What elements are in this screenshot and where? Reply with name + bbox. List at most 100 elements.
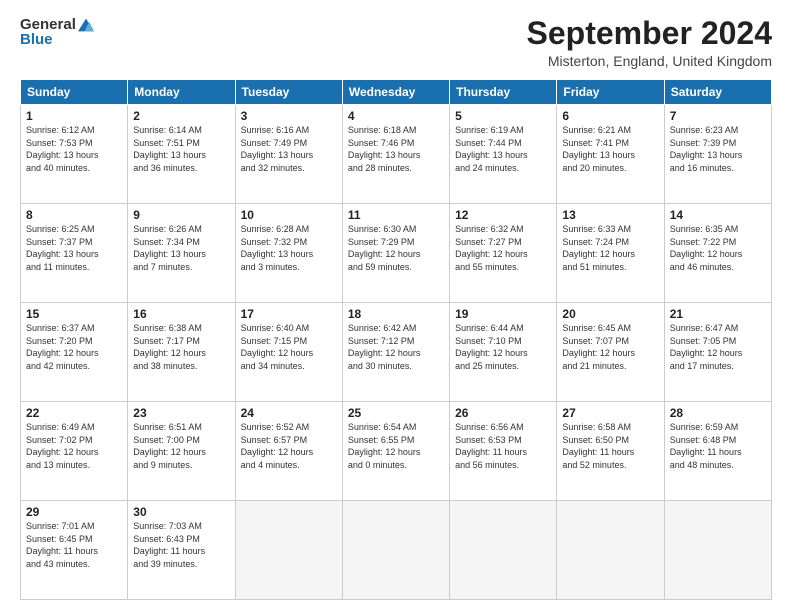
table-row: 6Sunrise: 6:21 AM Sunset: 7:41 PM Daylig… (557, 105, 664, 204)
table-row: 10Sunrise: 6:28 AM Sunset: 7:32 PM Dayli… (235, 204, 342, 303)
table-row (342, 501, 449, 600)
day-info: Sunrise: 6:25 AM Sunset: 7:37 PM Dayligh… (26, 223, 122, 273)
month-title: September 2024 (527, 16, 772, 51)
day-number: 7 (670, 109, 766, 123)
day-info: Sunrise: 6:35 AM Sunset: 7:22 PM Dayligh… (670, 223, 766, 273)
day-info: Sunrise: 6:14 AM Sunset: 7:51 PM Dayligh… (133, 124, 229, 174)
table-row: 3Sunrise: 6:16 AM Sunset: 7:49 PM Daylig… (235, 105, 342, 204)
day-number: 26 (455, 406, 551, 420)
day-info: Sunrise: 6:21 AM Sunset: 7:41 PM Dayligh… (562, 124, 658, 174)
day-info: Sunrise: 6:37 AM Sunset: 7:20 PM Dayligh… (26, 322, 122, 372)
table-row: 16Sunrise: 6:38 AM Sunset: 7:17 PM Dayli… (128, 303, 235, 402)
table-row: 19Sunrise: 6:44 AM Sunset: 7:10 PM Dayli… (450, 303, 557, 402)
table-row: 9Sunrise: 6:26 AM Sunset: 7:34 PM Daylig… (128, 204, 235, 303)
day-number: 23 (133, 406, 229, 420)
table-row: 21Sunrise: 6:47 AM Sunset: 7:05 PM Dayli… (664, 303, 771, 402)
header-friday: Friday (557, 80, 664, 105)
header-tuesday: Tuesday (235, 80, 342, 105)
day-info: Sunrise: 6:16 AM Sunset: 7:49 PM Dayligh… (241, 124, 337, 174)
day-info: Sunrise: 7:01 AM Sunset: 6:45 PM Dayligh… (26, 520, 122, 570)
header: General Blue September 2024 Misterton, E… (20, 16, 772, 69)
table-row: 29Sunrise: 7:01 AM Sunset: 6:45 PM Dayli… (21, 501, 128, 600)
day-info: Sunrise: 6:40 AM Sunset: 7:15 PM Dayligh… (241, 322, 337, 372)
table-row: 13Sunrise: 6:33 AM Sunset: 7:24 PM Dayli… (557, 204, 664, 303)
day-number: 29 (26, 505, 122, 519)
day-info: Sunrise: 6:58 AM Sunset: 6:50 PM Dayligh… (562, 421, 658, 471)
day-info: Sunrise: 6:26 AM Sunset: 7:34 PM Dayligh… (133, 223, 229, 273)
table-row: 23Sunrise: 6:51 AM Sunset: 7:00 PM Dayli… (128, 402, 235, 501)
table-row (450, 501, 557, 600)
table-row: 14Sunrise: 6:35 AM Sunset: 7:22 PM Dayli… (664, 204, 771, 303)
day-info: Sunrise: 6:32 AM Sunset: 7:27 PM Dayligh… (455, 223, 551, 273)
day-number: 3 (241, 109, 337, 123)
calendar-week-row: 1Sunrise: 6:12 AM Sunset: 7:53 PM Daylig… (21, 105, 772, 204)
day-info: Sunrise: 6:30 AM Sunset: 7:29 PM Dayligh… (348, 223, 444, 273)
table-row: 25Sunrise: 6:54 AM Sunset: 6:55 PM Dayli… (342, 402, 449, 501)
day-info: Sunrise: 6:12 AM Sunset: 7:53 PM Dayligh… (26, 124, 122, 174)
table-row: 22Sunrise: 6:49 AM Sunset: 7:02 PM Dayli… (21, 402, 128, 501)
table-row: 1Sunrise: 6:12 AM Sunset: 7:53 PM Daylig… (21, 105, 128, 204)
day-info: Sunrise: 6:59 AM Sunset: 6:48 PM Dayligh… (670, 421, 766, 471)
day-number: 18 (348, 307, 444, 321)
table-row: 2Sunrise: 6:14 AM Sunset: 7:51 PM Daylig… (128, 105, 235, 204)
calendar-page: General Blue September 2024 Misterton, E… (0, 0, 792, 612)
day-info: Sunrise: 6:47 AM Sunset: 7:05 PM Dayligh… (670, 322, 766, 372)
logo-icon (78, 17, 94, 33)
day-info: Sunrise: 6:56 AM Sunset: 6:53 PM Dayligh… (455, 421, 551, 471)
table-row: 28Sunrise: 6:59 AM Sunset: 6:48 PM Dayli… (664, 402, 771, 501)
table-row: 24Sunrise: 6:52 AM Sunset: 6:57 PM Dayli… (235, 402, 342, 501)
day-info: Sunrise: 6:42 AM Sunset: 7:12 PM Dayligh… (348, 322, 444, 372)
day-number: 27 (562, 406, 658, 420)
table-row: 30Sunrise: 7:03 AM Sunset: 6:43 PM Dayli… (128, 501, 235, 600)
table-row: 5Sunrise: 6:19 AM Sunset: 7:44 PM Daylig… (450, 105, 557, 204)
day-number: 15 (26, 307, 122, 321)
table-row (664, 501, 771, 600)
day-number: 25 (348, 406, 444, 420)
day-info: Sunrise: 6:51 AM Sunset: 7:00 PM Dayligh… (133, 421, 229, 471)
logo-blue-text: Blue (20, 31, 53, 48)
day-number: 6 (562, 109, 658, 123)
day-info: Sunrise: 6:18 AM Sunset: 7:46 PM Dayligh… (348, 124, 444, 174)
day-number: 4 (348, 109, 444, 123)
location: Misterton, England, United Kingdom (527, 53, 772, 69)
table-row: 17Sunrise: 6:40 AM Sunset: 7:15 PM Dayli… (235, 303, 342, 402)
table-row: 7Sunrise: 6:23 AM Sunset: 7:39 PM Daylig… (664, 105, 771, 204)
table-row: 20Sunrise: 6:45 AM Sunset: 7:07 PM Dayli… (557, 303, 664, 402)
calendar-table: Sunday Monday Tuesday Wednesday Thursday… (20, 79, 772, 600)
day-info: Sunrise: 6:19 AM Sunset: 7:44 PM Dayligh… (455, 124, 551, 174)
day-number: 2 (133, 109, 229, 123)
calendar-week-row: 8Sunrise: 6:25 AM Sunset: 7:37 PM Daylig… (21, 204, 772, 303)
day-number: 9 (133, 208, 229, 222)
title-block: September 2024 Misterton, England, Unite… (527, 16, 772, 69)
day-info: Sunrise: 6:45 AM Sunset: 7:07 PM Dayligh… (562, 322, 658, 372)
day-number: 28 (670, 406, 766, 420)
table-row: 26Sunrise: 6:56 AM Sunset: 6:53 PM Dayli… (450, 402, 557, 501)
day-number: 24 (241, 406, 337, 420)
header-monday: Monday (128, 80, 235, 105)
calendar-header-row: Sunday Monday Tuesday Wednesday Thursday… (21, 80, 772, 105)
calendar-week-row: 22Sunrise: 6:49 AM Sunset: 7:02 PM Dayli… (21, 402, 772, 501)
table-row: 11Sunrise: 6:30 AM Sunset: 7:29 PM Dayli… (342, 204, 449, 303)
header-sunday: Sunday (21, 80, 128, 105)
day-info: Sunrise: 6:52 AM Sunset: 6:57 PM Dayligh… (241, 421, 337, 471)
day-number: 16 (133, 307, 229, 321)
table-row (557, 501, 664, 600)
day-info: Sunrise: 6:54 AM Sunset: 6:55 PM Dayligh… (348, 421, 444, 471)
header-thursday: Thursday (450, 80, 557, 105)
day-info: Sunrise: 6:33 AM Sunset: 7:24 PM Dayligh… (562, 223, 658, 273)
calendar-week-row: 29Sunrise: 7:01 AM Sunset: 6:45 PM Dayli… (21, 501, 772, 600)
table-row: 4Sunrise: 6:18 AM Sunset: 7:46 PM Daylig… (342, 105, 449, 204)
day-number: 22 (26, 406, 122, 420)
day-number: 8 (26, 208, 122, 222)
day-number: 10 (241, 208, 337, 222)
day-info: Sunrise: 6:49 AM Sunset: 7:02 PM Dayligh… (26, 421, 122, 471)
table-row: 8Sunrise: 6:25 AM Sunset: 7:37 PM Daylig… (21, 204, 128, 303)
day-number: 1 (26, 109, 122, 123)
day-number: 17 (241, 307, 337, 321)
day-number: 14 (670, 208, 766, 222)
header-saturday: Saturday (664, 80, 771, 105)
day-number: 30 (133, 505, 229, 519)
day-number: 20 (562, 307, 658, 321)
calendar-week-row: 15Sunrise: 6:37 AM Sunset: 7:20 PM Dayli… (21, 303, 772, 402)
day-info: Sunrise: 6:38 AM Sunset: 7:17 PM Dayligh… (133, 322, 229, 372)
